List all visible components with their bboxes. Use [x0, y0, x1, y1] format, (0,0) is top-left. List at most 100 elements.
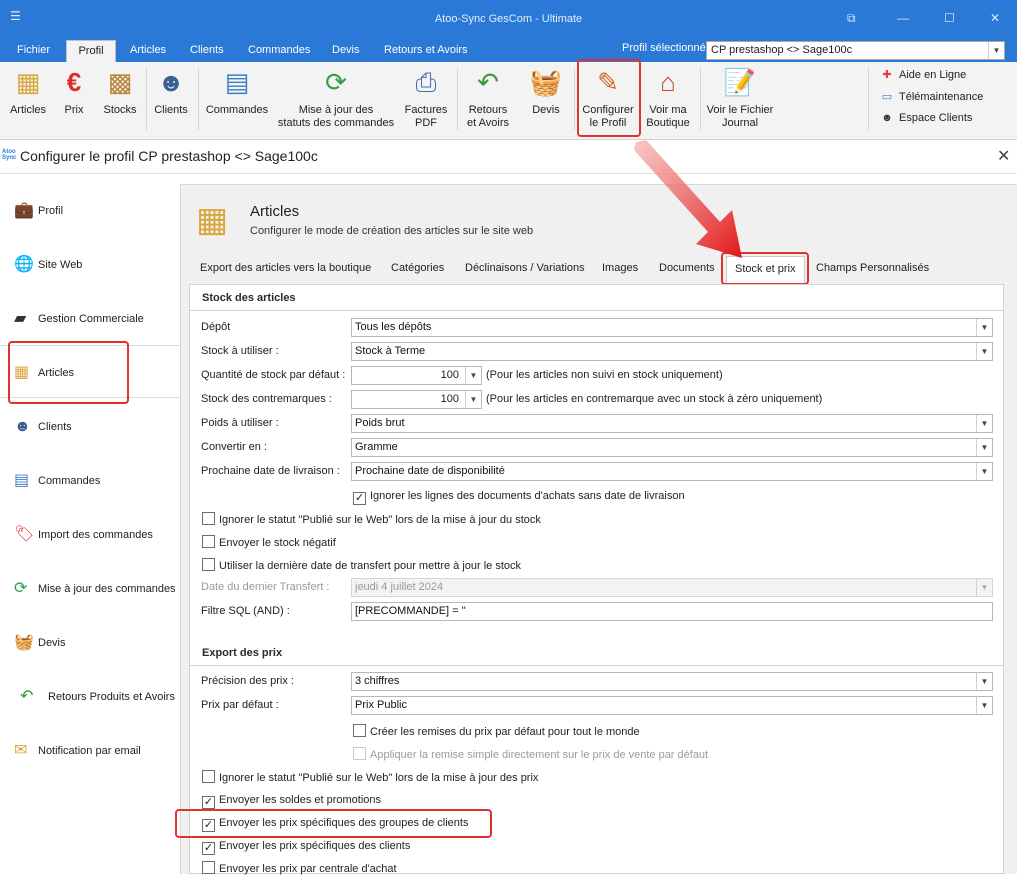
aide-en-ligne-link[interactable]: ✚ Aide en Ligne	[880, 68, 966, 81]
sidebar-item-retours[interactable]: ↶ Retours Produits et Avoirs	[20, 687, 175, 707]
basket-icon: 🧺	[14, 634, 34, 652]
stock-select[interactable]: Stock à Terme ▼	[351, 342, 993, 361]
sql-filter-input[interactable]: [PRECOMMANDE] = ''	[351, 602, 993, 621]
ribbon-clients-button[interactable]: ☻ Clients	[151, 66, 191, 117]
profile-select[interactable]: CP prestashop <> Sage100c ▼	[706, 41, 1005, 60]
minimize-icon[interactable]: —	[897, 11, 909, 25]
ribbon-retours-button[interactable]: ↶ Retours et Avoirs	[462, 66, 514, 130]
ribbon-boutique-label1: Voir ma	[649, 104, 687, 116]
precision-label: Précision des prix :	[201, 675, 294, 687]
section-divider	[190, 665, 1003, 666]
maximize-icon[interactable]: ☐	[944, 11, 955, 25]
contre-stepper[interactable]: 100 ▼	[351, 390, 482, 409]
ribbon-journal-button[interactable]: 📝 Voir le Fichier Journal	[704, 66, 776, 130]
tab-retours[interactable]: Retours et Avoirs	[384, 40, 468, 62]
stock-label: Stock à utiliser :	[201, 345, 279, 357]
ribbon-statuts-button[interactable]: ⟳ Mise à jour des statuts des commandes	[276, 66, 396, 130]
espace-clients-link[interactable]: ☻ Espace Clients	[880, 112, 972, 124]
user-icon: ☻	[881, 112, 893, 124]
livraison-label: Prochaine date de livraison :	[201, 465, 340, 477]
contre-note: (Pour les articles en contremarque avec …	[486, 393, 823, 405]
chevron-down-icon[interactable]: ▼	[465, 391, 481, 408]
ribbon-prix-button[interactable]: € Prix	[58, 66, 90, 117]
remises-checkbox[interactable]: Créer les remises du prix par défaut pou…	[353, 724, 640, 738]
profile-selector-label: Profil sélectionné	[622, 42, 706, 54]
close-window-icon[interactable]: ✕	[990, 11, 1000, 25]
chevron-down-icon[interactable]: ▼	[976, 463, 992, 480]
ribbon-commandes-label: Commandes	[205, 104, 269, 116]
tab-declinaisons[interactable]: Déclinaisons / Variations	[465, 262, 585, 274]
ribbon-stocks-button[interactable]: ▩ Stocks	[100, 66, 140, 117]
sidebar-item-import-commandes[interactable]: 🏷 Import des commandes	[14, 525, 153, 545]
poids-select[interactable]: Poids brut ▼	[351, 414, 993, 433]
globe-icon: 🌐	[14, 256, 34, 274]
ribbon-factures-label1: Factures	[404, 104, 448, 116]
chevron-down-icon[interactable]: ▼	[976, 439, 992, 456]
ribbon-articles-button[interactable]: ▦ Articles	[8, 66, 48, 117]
depot-value: Tous les dépôts	[355, 321, 432, 333]
ribbon-voir-boutique-button[interactable]: ⌂ Voir ma Boutique	[642, 66, 694, 130]
chevron-down-icon[interactable]: ▼	[988, 42, 1004, 59]
boxes-large-icon: ▦	[196, 201, 229, 239]
sidebar-item-label: Profil	[38, 205, 64, 217]
chevron-down-icon: ▼	[976, 579, 992, 596]
depot-select[interactable]: Tous les dépôts ▼	[351, 318, 993, 337]
sidebar-item-maj-commandes[interactable]: ⟳ Mise à jour des commandes	[14, 579, 176, 599]
sidebar-item-profil[interactable]: 💼 Profil	[14, 201, 63, 221]
log-file-icon: 📝	[723, 67, 757, 97]
tab-categories[interactable]: Catégories	[391, 262, 444, 274]
tab-champs-personnalises[interactable]: Champs Personnalisés	[816, 262, 929, 274]
qty-stepper[interactable]: 100 ▼	[351, 366, 482, 385]
dialog-close-icon[interactable]: ✕	[997, 146, 1010, 166]
sale-tag-icon: 🏷	[14, 526, 35, 544]
ribbon-retours-label2: et Avoirs	[467, 117, 509, 129]
tab-fichier[interactable]: Fichier	[17, 40, 50, 62]
restore-down-icon[interactable]: ⧉	[847, 11, 856, 26]
ribbon-separator	[146, 68, 147, 130]
chevron-down-icon[interactable]: ▼	[976, 673, 992, 690]
tab-export-articles[interactable]: Export des articles vers la boutique	[200, 262, 371, 274]
tab-clients[interactable]: Clients	[190, 40, 224, 62]
ribbon-devis-button[interactable]: 🧺 Devis	[524, 66, 568, 117]
precision-select[interactable]: 3 chiffres ▼	[351, 672, 993, 691]
tab-articles[interactable]: Articles	[130, 40, 166, 62]
chevron-down-icon[interactable]: ▼	[976, 697, 992, 714]
ribbon-journal-label1: Voir le Fichier	[706, 104, 774, 116]
sidebar-item-commandes[interactable]: ▤ Commandes	[14, 471, 100, 491]
ignore-status-stock-checkbox[interactable]: Ignorer le statut "Publié sur le Web" lo…	[202, 512, 541, 526]
ribbon-factures-button[interactable]: ⎙ Factures PDF	[400, 66, 452, 130]
telemaintenance-link[interactable]: ▭ Télémaintenance	[880, 90, 984, 103]
default-price-select[interactable]: Prix Public ▼	[351, 696, 993, 715]
convertir-select[interactable]: Gramme ▼	[351, 438, 993, 457]
chevron-down-icon[interactable]: ▼	[976, 343, 992, 360]
sidebar-item-label: Import des commandes	[38, 529, 153, 541]
chevron-down-icon[interactable]: ▼	[976, 415, 992, 432]
soldes-checkbox[interactable]: ✓ Envoyer les soldes et promotions	[202, 793, 381, 809]
ribbon-clients-label: Clients	[154, 104, 188, 116]
app-menu-icon[interactable]: ☰	[10, 9, 21, 23]
ignore-status-prices-checkbox[interactable]: Ignorer le statut "Publié sur le Web" lo…	[202, 770, 538, 784]
boxes-icon: ▦	[15, 67, 41, 97]
last-date-checkbox[interactable]: Utiliser la dernière date de transfert p…	[202, 558, 521, 572]
sidebar-item-notification[interactable]: ✉ Notification par email	[14, 741, 141, 761]
chevron-down-icon[interactable]: ▼	[465, 367, 481, 384]
livraison-select[interactable]: Prochaine date de disponibilité ▼	[351, 462, 993, 481]
tab-commandes[interactable]: Commandes	[248, 40, 310, 62]
clients-prices-checkbox[interactable]: ✓ Envoyer les prix spécifiques des client…	[202, 839, 410, 855]
sidebar-item-devis[interactable]: 🧺 Devis	[14, 633, 66, 653]
ignore-lines-checkbox[interactable]: ✓ Ignorer les lignes des documents d'acha…	[353, 489, 685, 505]
chevron-down-icon[interactable]: ▼	[976, 319, 992, 336]
sidebar-item-site-web[interactable]: 🌐 Site Web	[14, 255, 82, 275]
tab-profil[interactable]: Profil	[66, 40, 116, 62]
last-transfer-label: Date du dernier Transfert :	[201, 581, 330, 593]
sidebar-item-gestion-commerciale[interactable]: ▰ Gestion Commerciale	[14, 309, 144, 329]
remise-simple-label: Appliquer la remise simple directement s…	[370, 749, 709, 761]
ribbon-commandes-button[interactable]: ▤ Commandes	[204, 66, 270, 117]
briefcase-icon: 💼	[14, 202, 34, 220]
sidebar-item-clients[interactable]: ☻ Clients	[14, 417, 72, 437]
ribbon-statuts-label2: statuts des commandes	[277, 117, 395, 129]
negative-stock-checkbox[interactable]: Envoyer le stock négatif	[202, 535, 336, 549]
centrale-prices-checkbox[interactable]: Envoyer les prix par centrale d'achat	[202, 861, 397, 875]
tab-devis[interactable]: Devis	[332, 40, 360, 62]
wallet-icon: ▰	[14, 310, 27, 328]
